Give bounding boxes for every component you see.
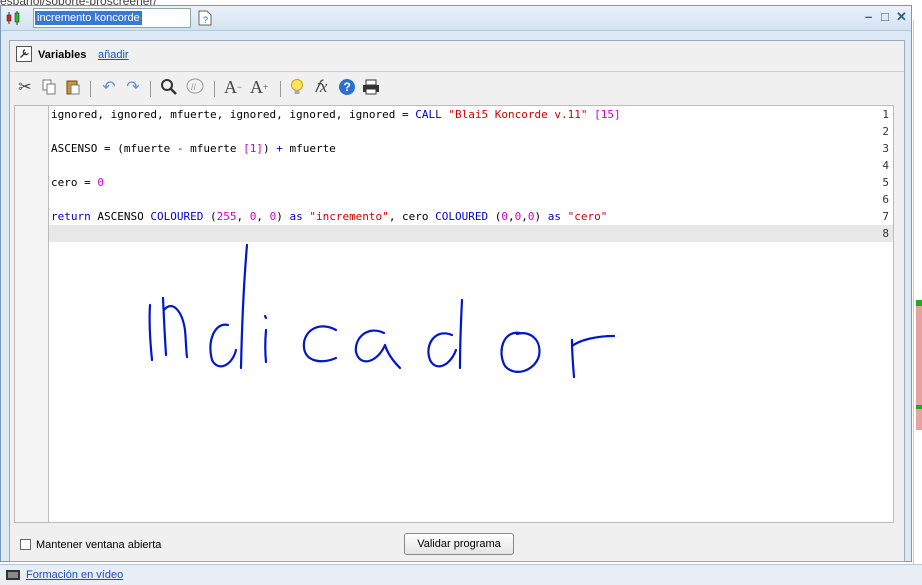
handwritten-annotation [148,243,616,379]
